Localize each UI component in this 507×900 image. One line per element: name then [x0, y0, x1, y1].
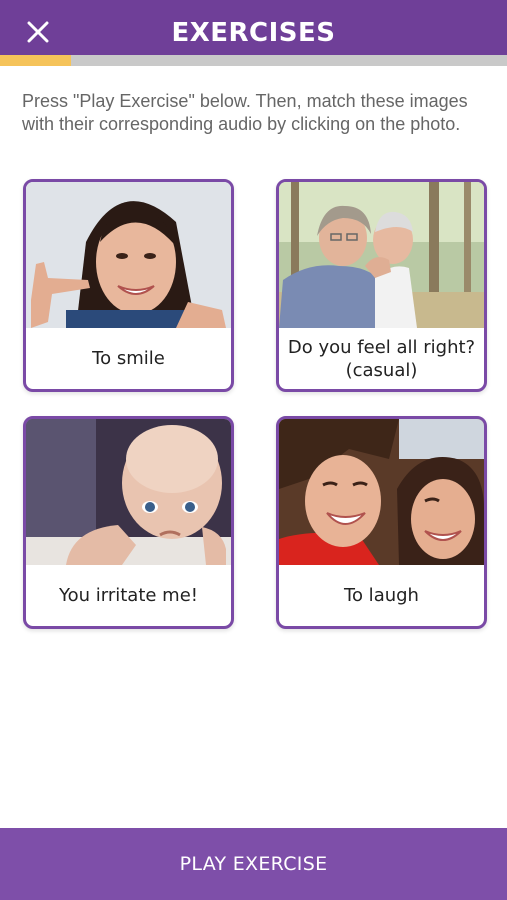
card-caption: Do you feel all right? (casual): [287, 336, 476, 381]
play-exercise-button[interactable]: PLAY EXERCISE: [0, 828, 507, 900]
progress-fill: [0, 55, 71, 66]
card-caption: To smile: [92, 348, 165, 369]
exercise-card-smile[interactable]: To smile: [23, 179, 234, 392]
header-bar: EXERCISES: [0, 0, 507, 55]
woman-smiling-photo[interactable]: [26, 182, 231, 328]
exercise-card-laugh[interactable]: To laugh: [276, 416, 487, 629]
page-title: EXERCISES: [171, 18, 336, 48]
instructions-text: Press "Play Exercise" below. Then, match…: [22, 91, 468, 134]
laughing-women-photo[interactable]: [279, 419, 484, 565]
progress-bar: [0, 55, 507, 66]
grumpy-baby-photo[interactable]: [26, 419, 231, 565]
elderly-couple-photo[interactable]: [279, 182, 484, 328]
card-caption: You irritate me!: [59, 585, 198, 606]
exercise-card-feel-all-right[interactable]: Do you feel all right? (casual): [276, 179, 487, 392]
exercise-card-irritate[interactable]: You irritate me!: [23, 416, 234, 629]
card-caption: To laugh: [344, 585, 419, 606]
play-exercise-label: PLAY EXERCISE: [179, 853, 328, 875]
